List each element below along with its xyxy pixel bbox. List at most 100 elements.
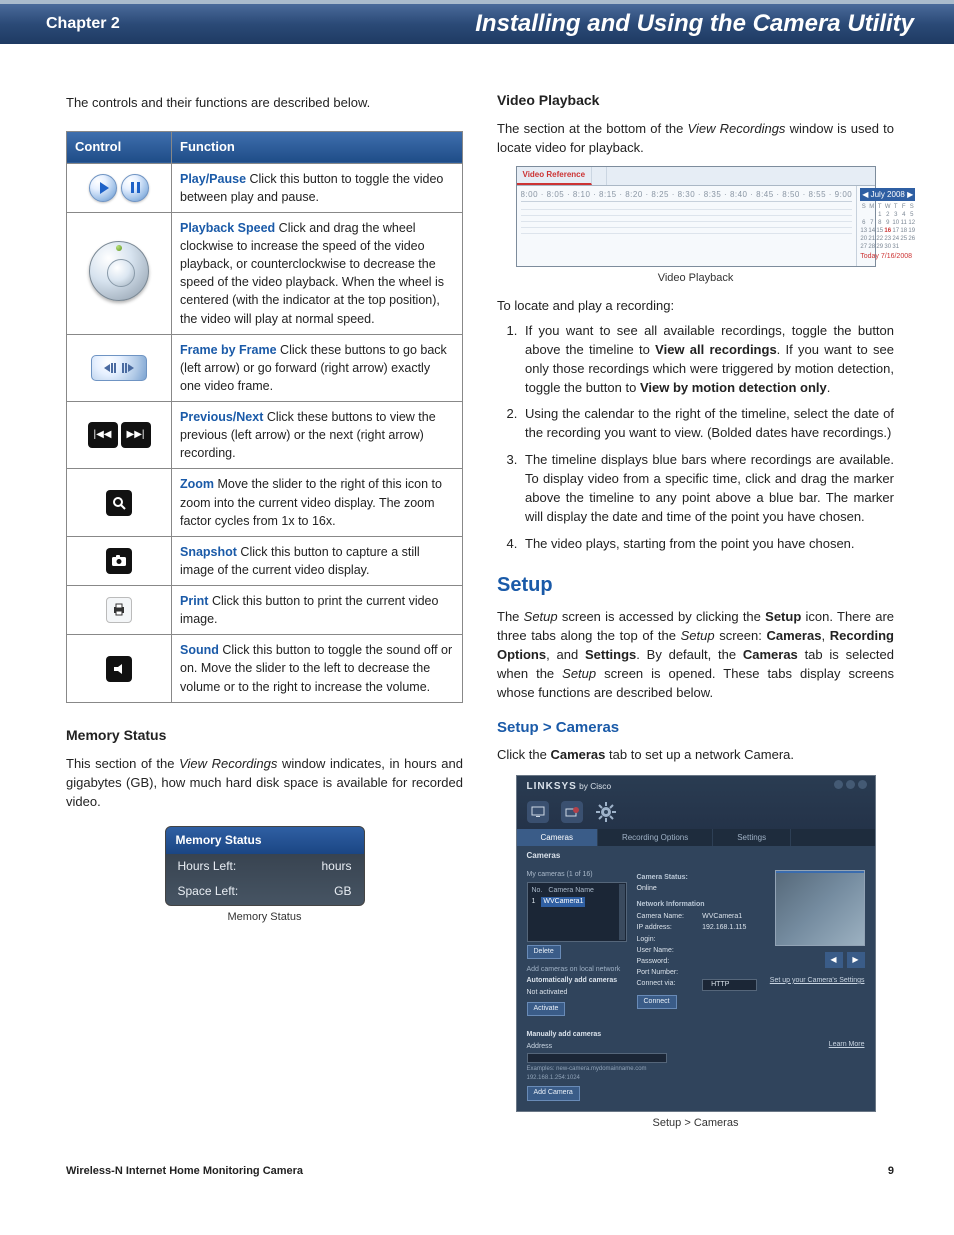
add-camera-button: Add Camera — [527, 1086, 580, 1100]
memory-box-title: Memory Status — [166, 827, 364, 854]
recordings-icon — [561, 801, 583, 823]
connect-button: Connect — [637, 995, 677, 1009]
func-name: Sound — [180, 643, 219, 657]
vp-tab — [592, 167, 607, 185]
setup-cameras-heading: Setup > Cameras — [497, 717, 894, 739]
activate-button: Activate — [527, 1002, 566, 1016]
setup-heading: Setup — [497, 571, 894, 600]
video-playback-para: The section at the bottom of the View Re… — [497, 120, 894, 158]
func-desc: Click this button to toggle the sound of… — [180, 643, 452, 693]
footer-left: Wireless-N Internet Home Monitoring Came… — [66, 1165, 303, 1177]
wheel-icon — [89, 241, 149, 301]
table-row: Zoom Move the slider to the right of thi… — [67, 469, 463, 536]
print-icon — [106, 597, 132, 623]
window-controls-icon — [834, 780, 867, 789]
step-4: The video plays, starting from the point… — [521, 535, 894, 554]
app-brand: LINKSYS by Cisco — [527, 780, 865, 795]
memory-caption: Memory Status — [66, 910, 463, 926]
monitor-icon — [527, 801, 549, 823]
snapshot-icon — [106, 548, 132, 574]
th-control: Control — [67, 131, 172, 163]
netinfo-label: Network Information — [637, 900, 757, 910]
func-name: Playback Speed — [180, 221, 275, 235]
zoom-icon — [106, 490, 132, 516]
page-body: The controls and their functions are des… — [0, 44, 954, 1151]
intro-text: The controls and their functions are des… — [66, 94, 463, 113]
right-column: Video Playback The section at the bottom… — [497, 90, 894, 1131]
banner-title: Installing and Using the Camera Utility — [475, 10, 914, 38]
table-row: Frame by Frame Click these buttons to go… — [67, 334, 463, 401]
func-name: Zoom — [180, 477, 214, 491]
func-name: Previous/Next — [180, 410, 263, 424]
footer-page-number: 9 — [888, 1165, 894, 1177]
space-left-unit: GB — [334, 883, 351, 900]
table-row: Playback Speed Click and drag the wheel … — [67, 212, 463, 334]
table-row: Print Click this button to print the cur… — [67, 586, 463, 635]
setup-tabs: Cameras Recording Options Settings — [517, 829, 875, 847]
vp-caption: Video Playback — [497, 271, 894, 287]
video-playback-heading: Video Playback — [497, 90, 894, 110]
cameras-title: Cameras — [517, 846, 875, 862]
auto-label: Add cameras on local network — [527, 965, 627, 975]
tab-recording-options: Recording Options — [598, 829, 713, 847]
camera-preview — [775, 870, 865, 946]
learn-more-link: Learn More — [829, 1040, 865, 1050]
timeline-ticks: 8:00 · 8:05 · 8:10 · 8:15 · 8:20 · 8:25 … — [521, 189, 853, 203]
next-cam-icon: ▶ — [847, 952, 865, 968]
status-value: Online — [637, 884, 757, 894]
func-desc: Move the slider to the right of this ico… — [180, 477, 442, 527]
func-desc: Click this button to print the current v… — [180, 594, 438, 626]
hours-left-label: Hours Left: — [178, 858, 237, 875]
table-row: Sound Click this button to toggle the so… — [67, 635, 463, 702]
hours-left-unit: hours — [321, 858, 351, 875]
calendar-today: Today 7/16/2008 — [860, 252, 915, 262]
delete-button: Delete — [527, 945, 561, 959]
func-name: Play/Pause — [180, 172, 246, 186]
play-pause-icon — [87, 173, 151, 203]
space-left-label: Space Left: — [178, 883, 239, 900]
camera-list-item: WVCamera1 — [541, 897, 585, 907]
func-desc: Click and drag the wheel clockwise to in… — [180, 221, 444, 326]
func-name: Frame by Frame — [180, 343, 277, 357]
calendar: ◀July 2008▶ SMTWTFS 12345 6789101112 131… — [856, 186, 918, 267]
setup-figure: LINKSYS by Cisco Cameras Recording Opt — [516, 775, 876, 1111]
locate-intro: To locate and play a recording: — [497, 297, 894, 316]
func-name: Snapshot — [180, 545, 237, 559]
setup-cameras-para: Click the Cameras tab to set up a networ… — [497, 746, 894, 765]
left-column: The controls and their functions are des… — [66, 90, 463, 1131]
video-playback-figure: Video Reference 8:00 · 8:05 · 8:10 · 8:1… — [516, 166, 876, 267]
tab-settings: Settings — [713, 829, 791, 847]
example-text: Examples: new-camera.mydomainname.com 19… — [527, 1065, 865, 1082]
func-name: Print — [180, 594, 208, 608]
status-label: Camera Status: — [637, 873, 757, 883]
page-footer: Wireless-N Internet Home Monitoring Came… — [0, 1151, 954, 1203]
setup-caption: Setup > Cameras — [497, 1116, 894, 1132]
manual-label: Manually add cameras — [527, 1030, 865, 1040]
gear-icon — [595, 801, 617, 823]
setup-para: The Setup screen is accessed by clicking… — [497, 608, 894, 702]
sound-icon — [106, 656, 132, 682]
step-2: Using the calendar to the right of the t… — [521, 405, 894, 443]
controls-table: Control Function Play/Pause Click this b… — [66, 131, 463, 703]
camera-listbox: No. Camera Name 1 WVCamera1 — [527, 882, 627, 942]
tab-cameras: Cameras — [517, 829, 598, 847]
memory-status-heading: Memory Status — [66, 725, 463, 745]
table-row: Play/Pause Click this button to toggle t… — [67, 163, 463, 212]
prev-cam-icon: ◀ — [825, 952, 843, 968]
th-function: Function — [172, 131, 463, 163]
steps-list: If you want to see all available recordi… — [521, 322, 894, 553]
auto-sub: Automatically add cameras — [527, 976, 627, 986]
auto-value: Not activated — [527, 988, 627, 998]
chapter-label: Chapter 2 — [46, 15, 120, 33]
page-header: Chapter 2 Installing and Using the Camer… — [0, 0, 954, 44]
step-3: The timeline displays blue bars where re… — [521, 451, 894, 526]
prevnext-icon: |◀◀ ▶▶| — [88, 422, 151, 448]
frame-icon — [91, 355, 147, 381]
memory-status-para: This section of the View Recordings wind… — [66, 755, 463, 812]
memory-status-box: Memory Status Hours Left: hours Space Le… — [165, 826, 365, 906]
step-1: If you want to see all available recordi… — [521, 322, 894, 397]
mycams-label: My cameras (1 of 16) — [527, 870, 627, 880]
table-row: Snapshot Click this button to capture a … — [67, 536, 463, 585]
advanced-link: Set up your Camera's Settings — [770, 976, 865, 986]
manual-sub: Address — [527, 1042, 865, 1052]
